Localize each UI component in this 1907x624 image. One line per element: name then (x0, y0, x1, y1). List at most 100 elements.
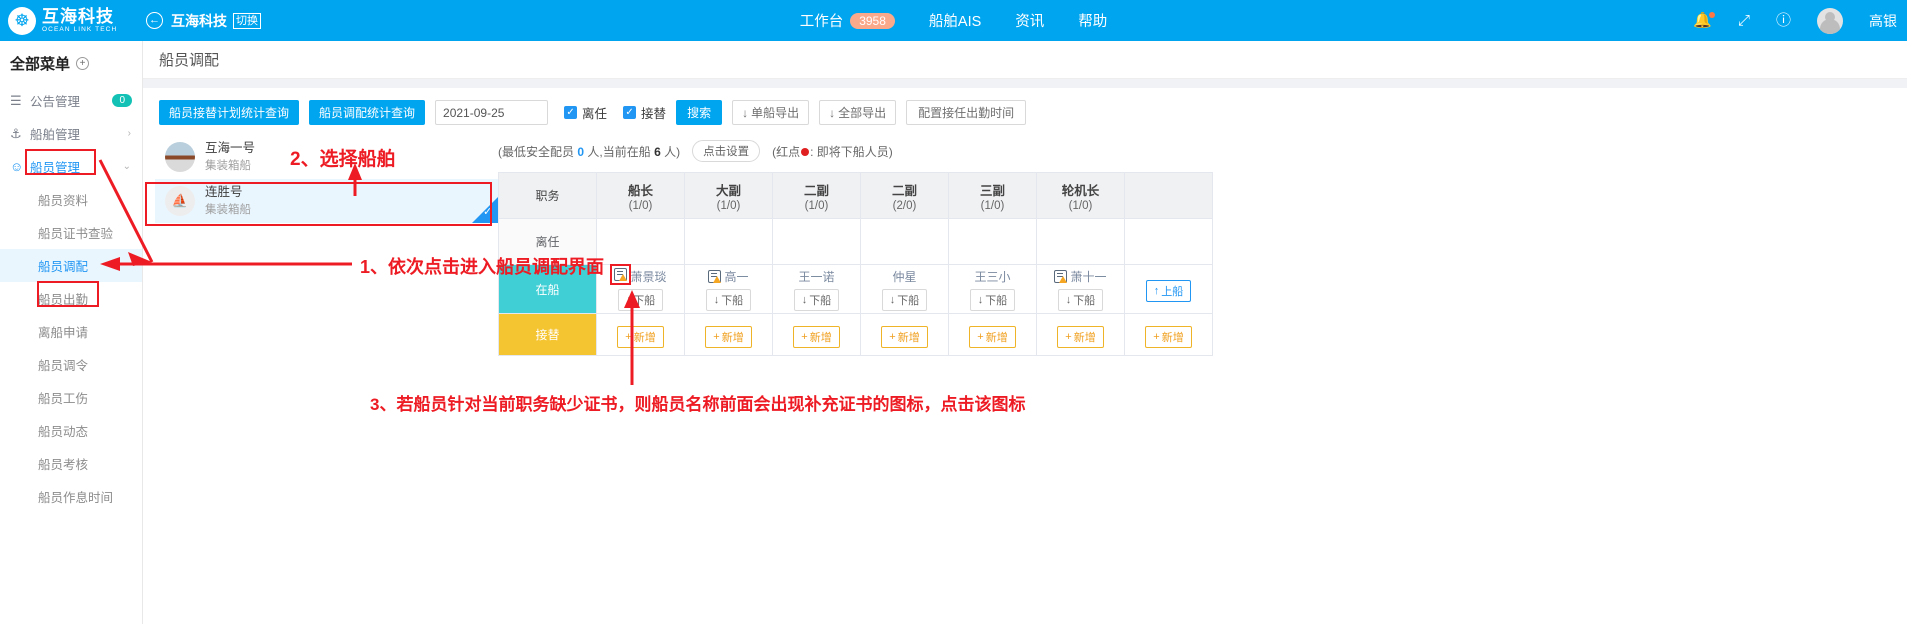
onboard-cell-chief-officer[interactable]: 高一 ↓ 下船 (684, 264, 773, 314)
sidebar-label-vessel: 船舶管理 (30, 128, 81, 142)
down-arrow-icon: ↓ (625, 293, 632, 306)
crew-name-wrap-second-a[interactable]: 王一诺 (773, 268, 860, 285)
disembark-button-captain[interactable]: ↓ 下船 (617, 288, 664, 311)
add-replacement-button-2[interactable]: + 新增 (705, 325, 752, 348)
cert-icon-wrap-captain[interactable] (610, 264, 632, 285)
leaving-cell-7 (1124, 218, 1213, 265)
switch-org-button[interactable]: 切换 (233, 12, 261, 29)
disembark-button-chief-officer[interactable]: ↓ 下船 (705, 288, 752, 311)
click-to-set-button[interactable]: 点击设置 (692, 140, 761, 162)
replace-cell-6[interactable]: + 新增 (1036, 313, 1125, 356)
red-dot-icon (801, 148, 810, 157)
leaving-cell-2[interactable] (684, 218, 773, 265)
disembark-button-second-a[interactable]: ↓ 下船 (793, 288, 840, 311)
onboard-cell-extra[interactable]: ↑ 上船 (1124, 264, 1213, 314)
crew-name-wrap-chief-officer[interactable]: 高一 (685, 268, 772, 285)
back-nav-group[interactable]: ← 互海科技 切换 (146, 11, 261, 31)
add-replacement-button-4[interactable]: + 新增 (881, 325, 928, 348)
disembark-button-third[interactable]: ↓ 下船 (969, 288, 1016, 311)
export-all-button[interactable]: ↓ 全部导出 (819, 100, 897, 125)
down-arrow-icon-5: ↓ (977, 293, 984, 306)
add-replacement-button-1[interactable]: + 新增 (617, 325, 664, 348)
crew-name-wrap-chief-engineer[interactable]: 萧十一 (1037, 268, 1124, 285)
col-chief-engineer: 轮机长 (1/0) (1036, 172, 1125, 219)
configure-attendance-time-button[interactable]: 配置接任出勤时间 (906, 100, 1027, 125)
search-button[interactable]: 搜索 (676, 100, 723, 125)
leaving-cell-6[interactable] (1036, 218, 1125, 265)
brand-logo-group: ☸ 互海科技 OCEAN LINK TECH (0, 6, 134, 35)
annotation-step-1: 1、依次点击进入船员调配界面 (360, 257, 605, 277)
nav-item-news[interactable]: 资讯 (1015, 10, 1044, 31)
onboard-cell-second-officer-a[interactable]: 王一诺 ↓ 下船 (772, 264, 861, 314)
sidebar-sub-crew-allocation[interactable]: 船员调配 (0, 249, 142, 282)
onboard-cell-third-officer[interactable]: 王三小 ↓ 下船 (948, 264, 1037, 314)
sidebar-sub-crew-profile[interactable]: 船员资料 (0, 183, 142, 216)
replace-cell-5[interactable]: + 新增 (948, 313, 1037, 356)
onboard-cell-chief-engineer[interactable]: 萧十一 ↓ 下船 (1036, 264, 1125, 314)
col-chief-officer: 大副 (1/0) (684, 172, 773, 219)
onboard-cell-captain[interactable]: 萧景琰 ↓ 下船 (596, 264, 685, 314)
annotation-step-2: 2、选择船舶 (290, 149, 396, 170)
add-replacement-button-5[interactable]: + 新增 (969, 325, 1016, 348)
notification-bell-icon[interactable]: 🔔 (1693, 12, 1715, 28)
embark-button[interactable]: ↑ 上船 (1145, 280, 1192, 302)
supplement-certificate-icon-2[interactable] (708, 269, 722, 283)
row-label-replacement: 接替 (498, 313, 597, 356)
checkbox-leave[interactable]: ✓ 离任 (564, 103, 607, 122)
disembark-button-chief-engineer[interactable]: ↓ 下船 (1057, 288, 1104, 311)
crew-name-wrap-second-b[interactable]: 仲星 (861, 268, 948, 285)
add-menu-icon[interactable]: + (76, 57, 90, 70)
add-replacement-button-7[interactable]: + 新增 (1145, 325, 1192, 348)
leaving-cell-1[interactable] (596, 218, 685, 265)
leaving-cell-4[interactable] (860, 218, 949, 265)
sidebar-sub-cert-check[interactable]: 船员证书查验 (0, 216, 142, 249)
replace-cell-7[interactable]: + 新增 (1124, 313, 1213, 356)
leaving-cell-5[interactable] (948, 218, 1037, 265)
allocation-statistics-query-button[interactable]: 船员调配统计查询 (309, 100, 426, 125)
crew-name-third-officer: 王三小 (974, 269, 1011, 284)
disembark-button-second-b[interactable]: ↓ 下船 (881, 288, 928, 311)
sidebar-label-announcement: 公告管理 (30, 95, 81, 109)
crew-name-wrap-captain[interactable]: 萧景琰 (597, 264, 684, 285)
crew-name-wrap-third[interactable]: 王三小 (949, 268, 1036, 285)
user-avatar[interactable] (1817, 7, 1843, 34)
sidebar-item-vessel[interactable]: ⚓ 船舶管理 › (0, 117, 142, 150)
company-logo-icon: ☸ (8, 6, 36, 35)
table-note-row: (最低安全配员 0 人,当前在船 6 人) 点击设置 (红点: 即将下船人员) (498, 135, 1893, 172)
date-input[interactable] (435, 100, 549, 125)
checkbox-replace-label: 接替 (641, 107, 667, 121)
replace-cell-2[interactable]: + 新增 (684, 313, 773, 356)
sidebar-sub-transfer-order[interactable]: 船员调令 (0, 348, 142, 381)
chevron-down-icon: ⌄ (122, 161, 131, 172)
add-replacement-button-6[interactable]: + 新增 (1057, 325, 1104, 348)
add-replacement-button-3[interactable]: + 新增 (793, 325, 840, 348)
nav-item-workbench[interactable]: 工作台 3958 (800, 10, 895, 31)
content-card: 船员接替计划统计查询 船员调配统计查询 ✓ 离任 ✓ 接替 搜索 ↓ 单船导出 … (143, 88, 1907, 624)
sidebar-sub-injury[interactable]: 船员工伤 (0, 381, 142, 414)
sidebar-sub-dynamics[interactable]: 船员动态 (0, 414, 142, 447)
leaving-cell-3[interactable] (772, 218, 861, 265)
filter-toolbar: 船员接替计划统计查询 船员调配统计查询 ✓ 离任 ✓ 接替 搜索 ↓ 单船导出 … (143, 88, 1907, 135)
fullscreen-expand-icon[interactable]: ⤢ (1738, 13, 1750, 28)
sidebar-sub-leave-request[interactable]: 离船申请 (0, 315, 142, 348)
sidebar-item-announcement[interactable]: ☰ 公告管理 0 (0, 84, 142, 117)
nav-item-ais[interactable]: 船舶AIS (929, 10, 981, 31)
main-content: 船员调配 船员接替计划统计查询 船员调配统计查询 ✓ 离任 ✓ 接替 搜索 ↓ … (143, 41, 1907, 624)
replace-cell-4[interactable]: + 新增 (860, 313, 949, 356)
single-ship-export-button[interactable]: ↓ 单船导出 (732, 100, 810, 125)
sidebar-sub-assessment[interactable]: 船员考核 (0, 447, 142, 480)
replace-cell-1[interactable]: + 新增 (596, 313, 685, 356)
replace-cell-3[interactable]: + 新增 (772, 313, 861, 356)
help-question-icon[interactable]: ⓘ (1776, 13, 1791, 28)
supplement-certificate-icon-3[interactable] (1054, 269, 1068, 283)
back-arrow-icon[interactable]: ← (146, 12, 163, 29)
col-second-officer-b: 二副 (2/0) (860, 172, 949, 219)
nav-item-help[interactable]: 帮助 (1078, 10, 1107, 31)
down-arrow-icon-2: ↓ (713, 293, 720, 306)
sidebar-sub-rest-time[interactable]: 船员作息时间 (0, 480, 142, 513)
plan-statistics-query-button[interactable]: 船员接替计划统计查询 (159, 100, 300, 125)
plus-icon-2: + (713, 330, 720, 343)
checkbox-replace[interactable]: ✓ 接替 (623, 103, 666, 122)
down-arrow-icon-6: ↓ (1065, 293, 1072, 306)
onboard-cell-second-officer-b[interactable]: 仲星 ↓ 下船 (860, 264, 949, 314)
